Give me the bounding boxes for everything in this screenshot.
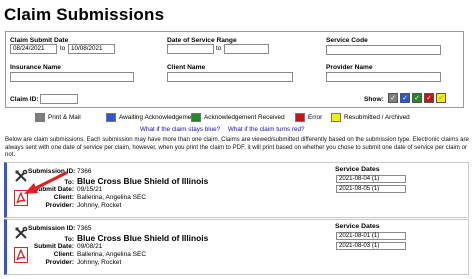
service-date-item[interactable]: 2021-08-03 (1) <box>336 242 406 250</box>
submit-date-row: Submit Date: 09/08/21 <box>33 243 103 250</box>
check-icon: ✓ <box>426 94 432 102</box>
submission-card: Submission ID: 7365 To: Blue Cross Blue Sh… <box>4 219 469 275</box>
wrench-screwdriver-icon[interactable] <box>14 226 28 240</box>
submission-id-row: Submission ID: 7365 <box>28 225 92 232</box>
page-title: Claim Submissions <box>4 5 165 24</box>
client-value: Ballerina, Angelina SEC <box>77 194 147 201</box>
service-to-text: to <box>216 45 222 52</box>
to-text: to <box>60 45 66 52</box>
wrench-screwdriver-icon[interactable] <box>14 169 28 183</box>
submit-date-value: 09/08/21 <box>77 243 103 250</box>
show-print-mail-checkbox[interactable]: ✓ <box>388 93 398 103</box>
legend-print-mail: Print & Mail <box>35 112 81 122</box>
claim-stays-blue-link[interactable]: What if the claim stays blue? <box>140 126 220 133</box>
service-from-input[interactable] <box>167 44 214 54</box>
service-range-label: Date of Service Range <box>167 37 237 44</box>
provider-value: Johnny, Rocket <box>77 259 122 266</box>
legend-received: Acknowledgement Received <box>191 112 285 122</box>
pdf-icon[interactable] <box>14 190 28 206</box>
payer-name: Blue Cross Blue Shield of Illinois <box>77 233 209 243</box>
legend-swatch <box>35 112 45 122</box>
service-date-item[interactable]: 2021-08-01 (1) <box>336 232 406 240</box>
submit-date-row: Submit Date: 09/15/21 <box>33 186 103 193</box>
payer-row: To: Blue Cross Blue Shield of Illinois <box>64 176 209 186</box>
claim-id-label: Claim ID: <box>10 96 39 103</box>
client-value: Ballerina, Angelina SEC <box>77 251 147 258</box>
claim-turns-red-link[interactable]: What if the claim turns red? <box>228 126 305 133</box>
service-dates-heading: Service Dates <box>335 223 380 230</box>
submit-date-from-input[interactable]: 08/24/2021 <box>10 44 57 54</box>
client-name-input[interactable] <box>167 72 293 82</box>
provider-row: Provider: Johnny, Rocket <box>45 202 122 209</box>
provider-name-label: Provider Name <box>326 64 373 71</box>
legend-swatch <box>106 112 116 122</box>
legend-swatch <box>191 112 201 122</box>
service-dates-heading: Service Dates <box>335 166 380 173</box>
submit-date-value: 09/15/21 <box>77 186 103 193</box>
client-name-label: Client Name <box>167 64 206 71</box>
show-label: Show: <box>364 96 384 103</box>
legend-swatch <box>331 112 341 122</box>
payer-name: Blue Cross Blue Shield of Illinois <box>77 176 209 186</box>
show-resubmitted-checkbox[interactable]: ✓ <box>436 93 446 103</box>
submission-card: Submission ID: 7366 To: Blue Cross Blue Sh… <box>4 162 469 218</box>
service-date-item[interactable]: 2021-08-04 (1) <box>336 175 406 183</box>
provider-value: Johnny, Rocket <box>77 202 122 209</box>
legend-error: Error <box>295 112 322 122</box>
check-icon: ✓ <box>414 94 420 102</box>
submit-date-label: Claim Submit Date <box>10 37 69 44</box>
submission-id-value: 7366 <box>77 168 92 175</box>
legend-awaiting: Awaiting Acknowledgement <box>106 112 197 122</box>
client-row: Client: Ballerina, Angelina SEC <box>53 251 147 258</box>
description-text: Below are claim submissions. Each submis… <box>5 136 469 159</box>
insurance-name-input[interactable] <box>10 72 134 82</box>
payer-row: To: Blue Cross Blue Shield of Illinois <box>64 233 209 243</box>
show-received-checkbox[interactable]: ✓ <box>412 93 422 103</box>
show-error-checkbox[interactable]: ✓ <box>424 93 434 103</box>
check-icon: ✓ <box>390 94 396 102</box>
service-code-label: Service Code <box>326 37 368 44</box>
submission-id-row: Submission ID: 7366 <box>28 168 92 175</box>
help-links: What if the claim stays blue? What if th… <box>140 126 305 133</box>
check-icon: ✓ <box>438 94 444 102</box>
client-row: Client: Ballerina, Angelina SEC <box>53 194 147 201</box>
legend-swatch <box>295 112 305 122</box>
show-awaiting-checkbox[interactable]: ✓ <box>400 93 410 103</box>
pdf-icon[interactable] <box>14 247 28 263</box>
service-code-input[interactable] <box>326 45 441 55</box>
check-icon: ✓ <box>402 94 408 102</box>
service-date-item[interactable]: 2021-08-05 (1) <box>336 185 406 193</box>
submit-date-to-input[interactable]: 10/08/2021 <box>68 44 115 54</box>
service-to-input[interactable] <box>224 44 269 54</box>
submission-id-value: 7365 <box>77 225 92 232</box>
legend-resubmitted: Resubmitted / Archived <box>331 112 410 122</box>
provider-row: Provider: Johnny, Rocket <box>45 259 122 266</box>
claim-id-input[interactable] <box>40 94 78 104</box>
provider-name-input[interactable] <box>326 72 441 82</box>
insurance-name-label: Insurance Name <box>10 64 61 71</box>
